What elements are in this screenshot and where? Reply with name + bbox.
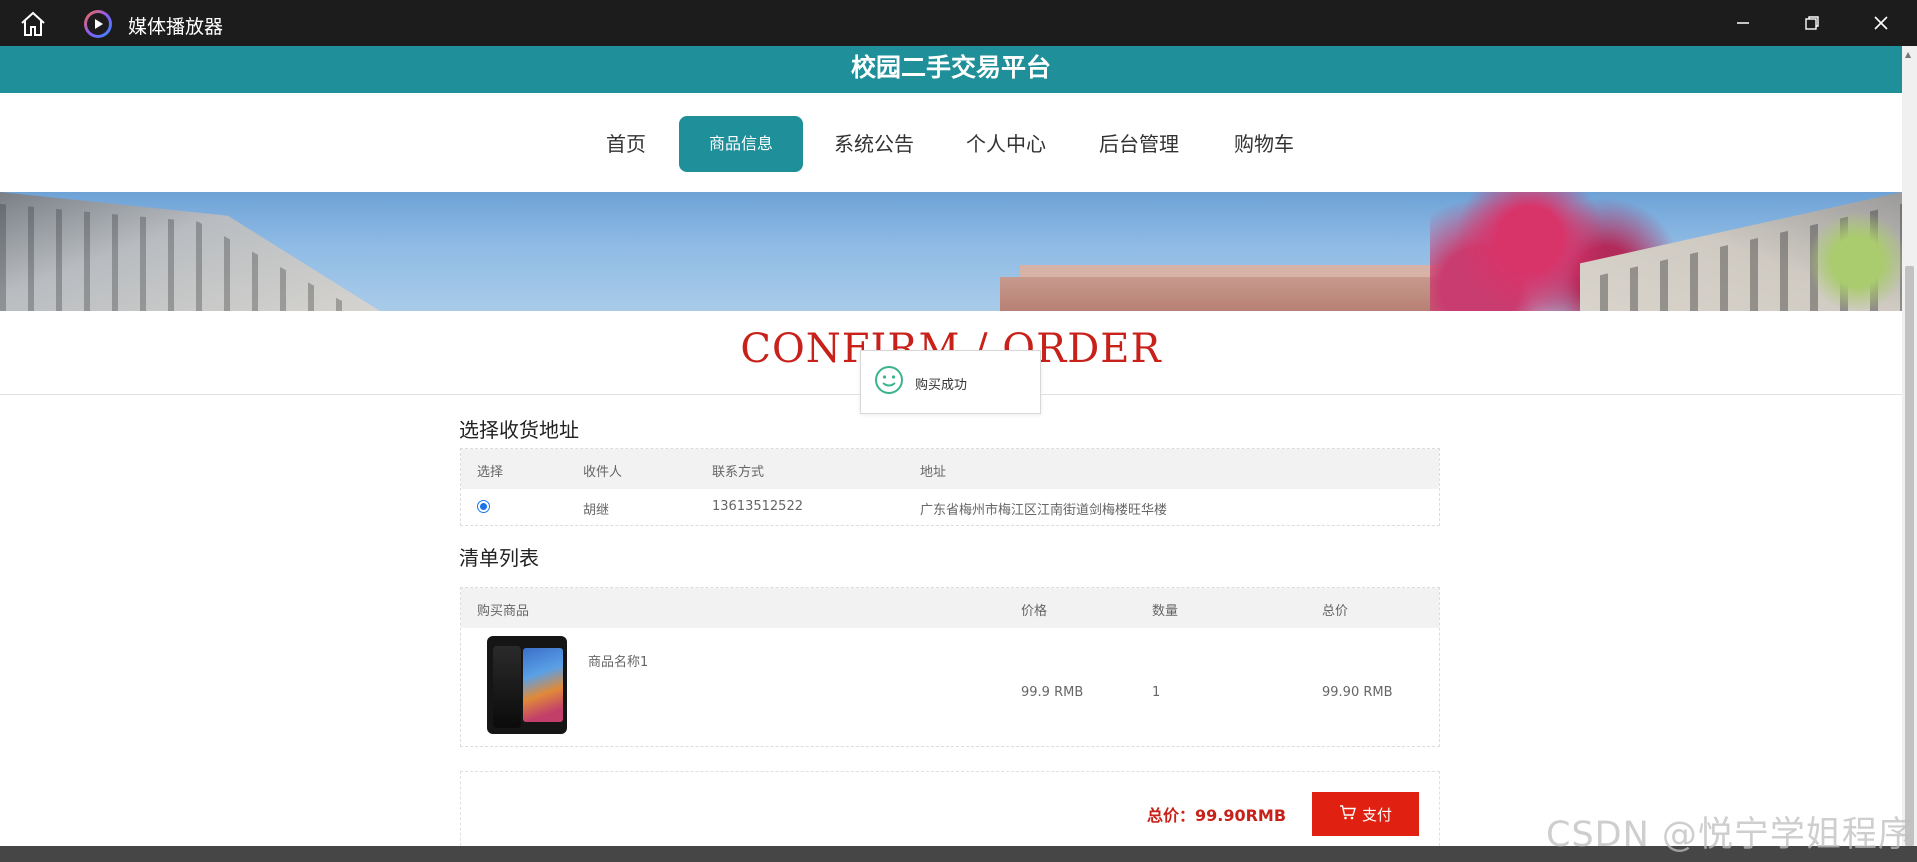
recipient-name: 胡继: [583, 503, 610, 518]
order-table: 购买商品 价格 数量 总价 商品名称1 99.9 RMB 1 99.90 RMB: [460, 587, 1440, 747]
col-address: 地址: [920, 465, 947, 480]
media-player-icon: [84, 10, 112, 38]
window-title: 媒体播放器: [128, 16, 224, 38]
nav-item-profile[interactable]: 个人中心: [958, 116, 1054, 172]
col-quantity: 数量: [1152, 604, 1179, 619]
scroll-up-icon[interactable]: ▲: [1905, 50, 1911, 59]
product-total: 99.90 RMB: [1322, 685, 1393, 700]
page-scrollbar[interactable]: ▲: [1902, 46, 1917, 846]
campus-banner-image: [0, 192, 1902, 311]
window-titlebar: 媒体播放器: [0, 0, 1917, 46]
web-page: 校园二手交易平台 首页 商品信息 系统公告 个人中心 后台管理 购物车 CONF…: [0, 46, 1902, 846]
nav-item-admin[interactable]: 后台管理: [1091, 116, 1187, 172]
address-table: 选择 收件人 联系方式 地址 胡继 13613512522 广东省梅州市梅江区江…: [460, 448, 1440, 526]
scrollbar-thumb[interactable]: [1905, 266, 1914, 846]
nav-item-home[interactable]: 首页: [596, 116, 656, 172]
col-select: 选择: [477, 465, 504, 480]
order-section-title: 清单列表: [459, 546, 539, 570]
product-price: 99.9 RMB: [1021, 685, 1084, 700]
home-icon[interactable]: [18, 10, 48, 38]
pay-button[interactable]: 支付: [1312, 792, 1419, 836]
toast-message: 购买成功: [915, 378, 968, 393]
order-table-header: 购买商品 价格 数量 总价: [461, 588, 1439, 628]
col-price: 价格: [1021, 604, 1048, 619]
purchase-success-toast: 购买成功: [860, 350, 1041, 414]
recipient-phone: 13613512522: [712, 499, 803, 514]
site-header: 校园二手交易平台: [0, 46, 1902, 93]
close-icon[interactable]: [1858, 8, 1904, 38]
recipient-address: 广东省梅州市梅江区江南街道剑梅楼旺华楼: [920, 503, 1168, 518]
address-section-title: 选择收货地址: [459, 418, 579, 442]
order-total: 总价：99.90RMB: [1147, 806, 1287, 825]
order-summary: 总价：99.90RMB 支付: [460, 771, 1440, 846]
nav-item-announcements[interactable]: 系统公告: [826, 116, 922, 172]
cart-icon: [1339, 804, 1356, 824]
address-radio[interactable]: [477, 500, 490, 513]
col-total: 总价: [1322, 604, 1349, 619]
col-contact: 联系方式: [712, 465, 765, 480]
col-recipient: 收件人: [583, 465, 623, 480]
table-row: 商品名称1 99.9 RMB 1 99.90 RMB: [461, 628, 1439, 746]
product-image[interactable]: [487, 636, 567, 734]
minimize-icon[interactable]: [1720, 8, 1766, 38]
nav-item-products[interactable]: 商品信息: [679, 116, 803, 172]
product-name[interactable]: 商品名称1: [588, 651, 648, 670]
pay-button-label: 支付: [1361, 805, 1392, 824]
smile-icon: [874, 365, 904, 395]
watermark: CSDN @悦宁学姐程序: [1546, 815, 1914, 855]
main-nav: 首页 商品信息 系统公告 个人中心 后台管理 购物车: [0, 116, 1902, 172]
address-table-header: 选择 收件人 联系方式 地址: [461, 449, 1439, 489]
col-product: 购买商品: [477, 604, 530, 619]
nav-item-cart[interactable]: 购物车: [1226, 116, 1302, 172]
site-title: 校园二手交易平台: [850, 53, 1051, 82]
product-quantity: 1: [1152, 685, 1161, 700]
maximize-icon[interactable]: [1789, 8, 1835, 38]
